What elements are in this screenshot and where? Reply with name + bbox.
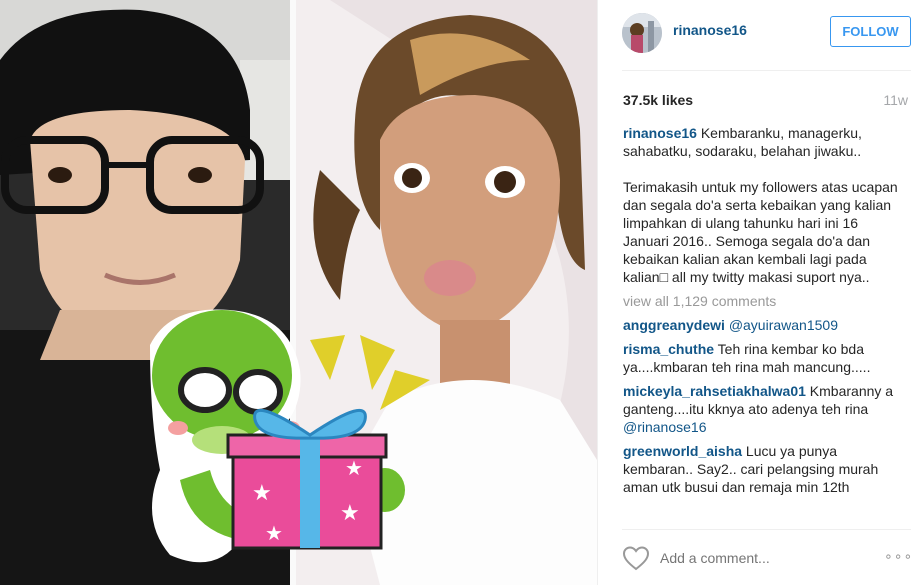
add-comment-input[interactable] <box>660 550 850 566</box>
comment-item: risma_chuthe Teh rina kembar ko bda ya..… <box>623 340 906 376</box>
collage-image: ★ ★ ★ ★ <box>0 0 597 585</box>
comment-username[interactable]: mickeyla_rahsetiakhalwa01 <box>623 383 806 399</box>
svg-text:★: ★ <box>340 501 360 526</box>
svg-text:★: ★ <box>345 456 363 480</box>
post-header: rinanose16 FOLLOW <box>598 0 914 70</box>
footer-divider <box>622 529 911 530</box>
header-divider <box>622 70 911 71</box>
post-footer: ∘∘∘ <box>622 545 914 573</box>
likes-count[interactable]: 37.5k likes <box>623 92 693 108</box>
comment-mention[interactable]: @ayuirawan1509 <box>729 317 838 333</box>
post-photo[interactable]: ★ ★ ★ ★ <box>0 0 597 585</box>
view-all-comments-link[interactable]: view all 1,129 comments <box>623 292 906 310</box>
svg-text:★: ★ <box>265 521 283 545</box>
follow-button[interactable]: FOLLOW <box>830 16 911 47</box>
comment-item: mickeyla_rahsetiakhalwa01 Kmbaranny a ga… <box>623 382 906 436</box>
comments-section: rinanose16 Kembaranku, managerku, sahaba… <box>623 124 906 502</box>
caption-text: Kembaranku, managerku, sahabatku, sodara… <box>623 125 898 285</box>
comment-username[interactable]: anggreanydewi <box>623 317 725 333</box>
heart-outline-icon[interactable] <box>622 545 650 571</box>
post-sidebar: rinanose16 FOLLOW 37.5k likes 11w rinano… <box>597 0 914 585</box>
post-timestamp[interactable]: 11w <box>883 92 908 108</box>
caption-username[interactable]: rinanose16 <box>623 125 697 141</box>
avatar[interactable] <box>622 13 662 53</box>
comment-item: greenworld_aisha Lucu ya punya kembaran.… <box>623 442 906 496</box>
more-options-icon[interactable]: ∘∘∘ <box>884 548 913 565</box>
caption: rinanose16 Kembaranku, managerku, sahaba… <box>623 124 906 286</box>
comment-mention[interactable]: @rinanose16 <box>623 419 707 435</box>
comment-username[interactable]: risma_chuthe <box>623 341 714 357</box>
comment-item: anggreanydewi @ayuirawan1509 <box>623 316 906 334</box>
post-author-username[interactable]: rinanose16 <box>673 22 747 38</box>
svg-text:★: ★ <box>252 481 272 506</box>
comment-username[interactable]: greenworld_aisha <box>623 443 742 459</box>
